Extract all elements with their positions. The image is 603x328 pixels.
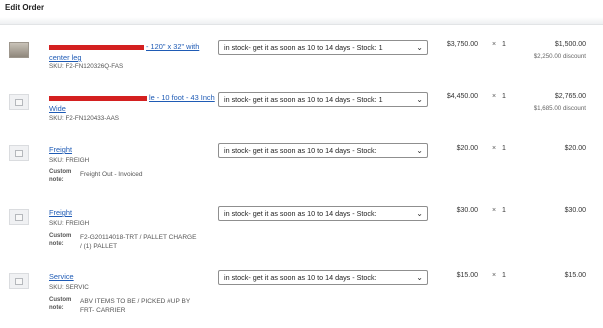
- redaction-mark: [49, 95, 147, 101]
- product-sku: SKU: F2-FN120433-AAS: [49, 115, 119, 122]
- chevron-down-icon: ⌄: [416, 43, 423, 52]
- quantity: 1: [502, 93, 506, 100]
- stock-select[interactable]: in stock- get it as soon as 10 to 14 day…: [218, 92, 428, 107]
- unit-price: $20.00: [456, 145, 478, 152]
- product-name-link[interactable]: - 120" x 32" with center leg: [49, 41, 219, 63]
- line-total: $2,765.00: [554, 93, 586, 100]
- qty-multiplier: ×: [492, 272, 497, 279]
- product-sku: SKU: SERVIC: [49, 284, 89, 291]
- product-name-link[interactable]: le - 10 foot - 43 Inch Wide: [49, 92, 219, 114]
- line-total: $1,500.00: [554, 41, 586, 48]
- order-item-row: - 120" x 32" with center leg SKU: F2-FN1…: [0, 38, 603, 78]
- image-placeholder-icon[interactable]: [9, 209, 29, 225]
- page-header: Edit Order: [0, 0, 603, 25]
- product-name-link[interactable]: Service: [49, 271, 219, 282]
- qty-multiplier: ×: [492, 145, 497, 152]
- order-item-row: Freight SKU: FREIGH Custom note: Freight…: [0, 142, 603, 192]
- chevron-down-icon: ⌄: [416, 95, 423, 104]
- redaction-mark: [49, 44, 144, 50]
- qty-multiplier: ×: [492, 41, 497, 48]
- image-placeholder-icon[interactable]: [9, 94, 29, 110]
- order-item-row: Freight SKU: FREIGH Custom note: F2-G201…: [0, 205, 603, 255]
- custom-note-value: F2-G20114018-TRT / PALLET CHARGE / (1) P…: [80, 234, 197, 250]
- chevron-down-icon: ⌄: [416, 146, 423, 155]
- product-sku: SKU: FREIGH: [49, 157, 90, 164]
- discount-amount: $1,685.00 discount: [533, 105, 586, 112]
- line-total: $15.00: [564, 272, 586, 279]
- unit-price: $30.00: [456, 207, 478, 214]
- product-name-link[interactable]: Freight: [49, 207, 219, 218]
- custom-note-value: ABV ITEMS TO BE / PICKED #UP BY FRT- CAR…: [80, 298, 191, 314]
- quantity: 1: [502, 145, 506, 152]
- custom-note-label: Custom note:: [49, 233, 72, 247]
- chevron-down-icon: ⌄: [416, 273, 423, 282]
- quantity: 1: [502, 207, 506, 214]
- custom-note-label: Custom note:: [49, 169, 72, 183]
- line-total: $20.00: [564, 145, 586, 152]
- line-total: $30.00: [564, 207, 586, 214]
- chevron-down-icon: ⌄: [416, 209, 423, 218]
- unit-price: $15.00: [456, 272, 478, 279]
- image-placeholder-icon[interactable]: [9, 273, 29, 289]
- product-photo-icon[interactable]: [9, 42, 29, 58]
- discount-amount: $2,250.00 discount: [533, 53, 586, 60]
- quantity: 1: [502, 272, 506, 279]
- stock-select[interactable]: in stock- get it as soon as 10 to 14 day…: [218, 206, 428, 221]
- stock-select[interactable]: in stock- get it as soon as 10 to 14 day…: [218, 270, 428, 285]
- stock-select[interactable]: in stock- get it as soon as 10 to 14 day…: [218, 40, 428, 55]
- product-sku: SKU: F2-FN120326Q-FAS: [49, 63, 124, 70]
- product-name-link[interactable]: Freight: [49, 144, 219, 155]
- custom-note-label: Custom note:: [49, 297, 72, 311]
- custom-note-value: Freight Out - Invoiced: [80, 171, 143, 178]
- qty-multiplier: ×: [492, 93, 497, 100]
- stock-select[interactable]: in stock- get it as soon as 10 to 14 day…: [218, 143, 428, 158]
- product-sku: SKU: FREIGH: [49, 220, 90, 227]
- page-title: Edit Order: [5, 3, 45, 12]
- order-item-row: Service SKU: SERVIC Custom note: ABV ITE…: [0, 269, 603, 324]
- unit-price: $3,750.00: [446, 41, 478, 48]
- quantity: 1: [502, 41, 506, 48]
- unit-price: $4,450.00: [446, 93, 478, 100]
- image-placeholder-icon[interactable]: [9, 145, 29, 161]
- order-item-row: le - 10 foot - 43 Inch Wide SKU: F2-FN12…: [0, 90, 603, 130]
- qty-multiplier: ×: [492, 207, 497, 214]
